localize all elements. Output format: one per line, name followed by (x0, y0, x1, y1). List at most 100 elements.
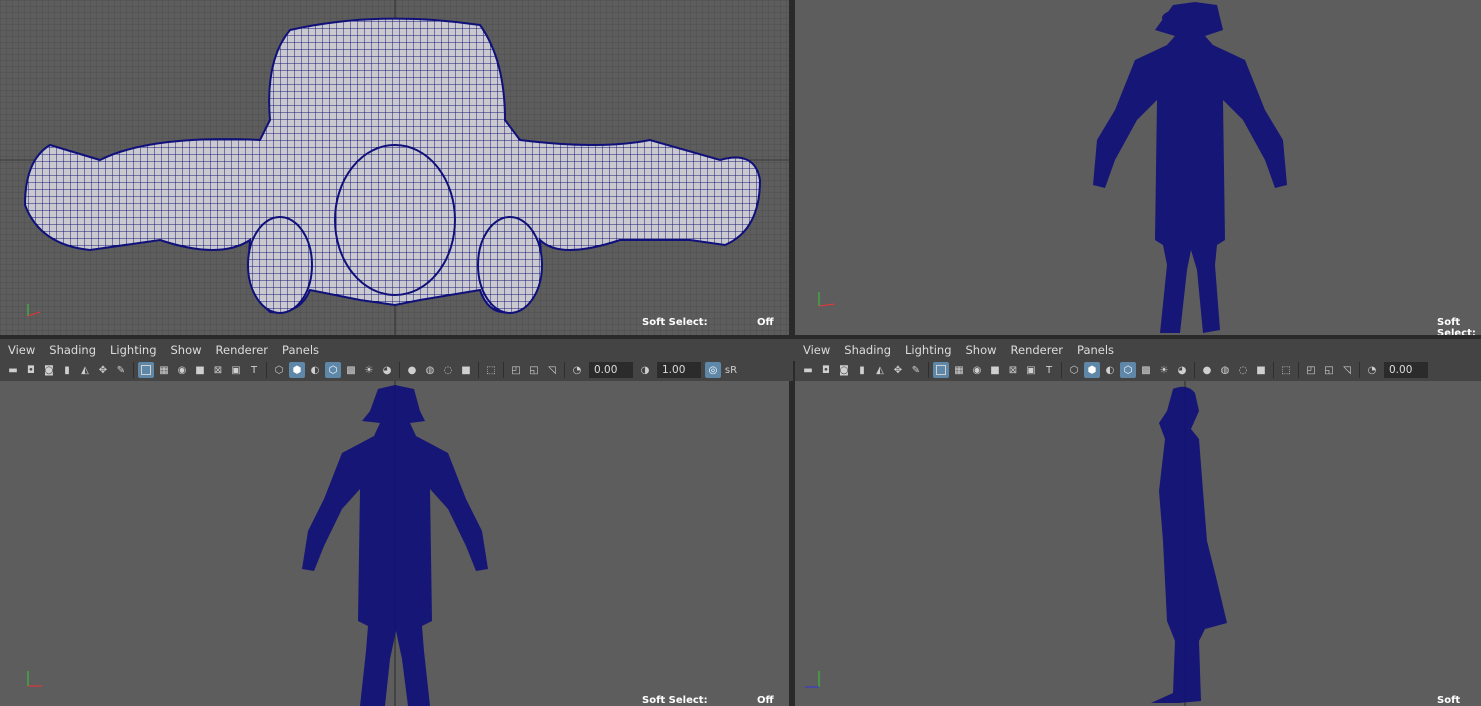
resolution-gate-icon[interactable]: ◉ (969, 362, 985, 378)
default-material-icon[interactable]: ◐ (1102, 362, 1118, 378)
xray-joints-icon[interactable]: ◱ (1321, 362, 1337, 378)
menu-renderer[interactable]: Renderer (1011, 343, 1064, 357)
camera-attributes-icon[interactable]: ◘ (818, 362, 834, 378)
safe-title-icon[interactable]: T (1041, 362, 1057, 378)
menu-lighting[interactable]: Lighting (905, 343, 951, 357)
viewport-persp[interactable]: Soft Select: (795, 0, 1481, 335)
shadows-icon[interactable]: ◕ (1174, 362, 1190, 378)
field-chart-icon[interactable]: ⊠ (210, 362, 226, 378)
axis-gizmo-front (27, 671, 42, 687)
wireframe-icon[interactable]: ⬡ (271, 362, 287, 378)
menu-renderer[interactable]: Renderer (216, 343, 269, 357)
resolution-gate-icon[interactable]: ◉ (174, 362, 190, 378)
textured-icon[interactable]: ▩ (1138, 362, 1154, 378)
isolate-select-icon[interactable]: ⬚ (483, 362, 499, 378)
smooth-shade-icon[interactable]: ⬢ (289, 362, 305, 378)
ambient-occlusion-icon[interactable]: ● (404, 362, 420, 378)
ambient-occlusion-icon[interactable]: ● (1199, 362, 1215, 378)
front-view-canvas (27, 381, 488, 706)
camera-icon[interactable]: ▬ (800, 362, 816, 378)
safe-action-icon[interactable]: ▣ (1023, 362, 1039, 378)
separator (133, 362, 134, 378)
exposure-field[interactable]: 0.00 (1384, 362, 1428, 378)
soft-select-status-front: Soft Select: (642, 695, 708, 706)
soft-select-status: Soft Select: (642, 317, 708, 328)
bookmark-icon[interactable]: ▮ (854, 362, 870, 378)
side-view-canvas (805, 381, 1227, 706)
menu-show[interactable]: Show (966, 343, 997, 357)
menu-show[interactable]: Show (171, 343, 202, 357)
soft-select-label: Soft Select: (642, 317, 708, 328)
anti-aliasing-icon[interactable]: ◌ (440, 362, 456, 378)
view-transform-label[interactable]: sR (723, 362, 739, 378)
safe-action-icon[interactable]: ▣ (228, 362, 244, 378)
grease-pencil-icon[interactable]: ✎ (113, 362, 129, 378)
menu-view[interactable]: View (803, 343, 830, 357)
use-all-lights-icon[interactable]: ☀ (1156, 362, 1172, 378)
soft-select-value-front-text: Off (757, 695, 774, 706)
menu-lighting[interactable]: Lighting (110, 343, 156, 357)
default-material-icon[interactable]: ◐ (307, 362, 323, 378)
image-plane-icon[interactable]: ◭ (77, 362, 93, 378)
twod-pan-icon[interactable]: ✥ (890, 362, 906, 378)
camera-lock-icon[interactable]: ◙ (836, 362, 852, 378)
grease-pencil-icon[interactable]: ✎ (908, 362, 924, 378)
camera-lock-icon[interactable]: ◙ (41, 362, 57, 378)
panel-toolbar-side: ▬ ◘ ◙ ▮ ◭ ✥ ✎ ▦ ◉ ■ ⊠ ▣ T ⬡ ⬢ ◐ ⬡ ▩ ☀ ◕ … (795, 359, 1481, 381)
menu-view[interactable]: View (8, 343, 35, 357)
menu-panels[interactable]: Panels (1077, 343, 1114, 357)
camera-attributes-icon[interactable]: ◘ (23, 362, 39, 378)
image-plane-icon[interactable]: ◭ (872, 362, 888, 378)
bookmark-icon[interactable]: ▮ (59, 362, 75, 378)
depth-of-field-icon[interactable]: ■ (1253, 362, 1269, 378)
xray-icon[interactable]: ◰ (1303, 362, 1319, 378)
separator (1273, 362, 1274, 378)
viewport-top[interactable]: Soft Select: Off (0, 0, 789, 335)
gate-mask-icon[interactable]: ■ (192, 362, 208, 378)
grid-icon[interactable] (933, 362, 949, 378)
smooth-shade-icon[interactable]: ⬢ (1084, 362, 1100, 378)
camera-icon[interactable]: ▬ (5, 362, 21, 378)
menu-shading[interactable]: Shading (49, 343, 96, 357)
gamma-field[interactable]: 1.00 (657, 362, 701, 378)
exposure-icon[interactable]: ◔ (1364, 362, 1380, 378)
film-gate-icon[interactable]: ▦ (156, 362, 172, 378)
textured-icon[interactable]: ▩ (343, 362, 359, 378)
panel-toolbar-front: ▬ ◘ ◙ ▮ ◭ ✥ ✎ ▦ ◉ ■ ⊠ ▣ T ⬡ ⬢ ◐ ⬡ ▩ ☀ ◕ … (0, 359, 793, 381)
xray-joints-icon[interactable]: ◱ (526, 362, 542, 378)
menu-panels[interactable]: Panels (282, 343, 319, 357)
film-gate-icon[interactable]: ▦ (951, 362, 967, 378)
model-front-mesh-persp (1093, 2, 1287, 333)
anti-aliasing-icon[interactable]: ◌ (1235, 362, 1251, 378)
field-chart-icon[interactable]: ⊠ (1005, 362, 1021, 378)
grid-icon[interactable] (138, 362, 154, 378)
soft-select-label-front: Soft Select: (642, 695, 708, 706)
exposure-icon[interactable]: ◔ (569, 362, 585, 378)
separator (928, 362, 929, 378)
exposure-field[interactable]: 0.00 (589, 362, 633, 378)
wireframe-on-shaded-icon[interactable]: ⬡ (1120, 362, 1136, 378)
wireframe-on-shaded-icon[interactable]: ⬡ (325, 362, 341, 378)
twod-pan-icon[interactable]: ✥ (95, 362, 111, 378)
gamma-icon[interactable]: ◑ (637, 362, 653, 378)
xray-icon[interactable]: ◰ (508, 362, 524, 378)
persp-view-canvas (818, 2, 1287, 333)
wireframe-icon[interactable]: ⬡ (1066, 362, 1082, 378)
viewport-front[interactable]: Soft Select: Off (0, 381, 789, 706)
isolate-select-icon[interactable]: ⬚ (1278, 362, 1294, 378)
viewport-side[interactable]: Soft Select: (795, 381, 1481, 706)
depth-of-field-icon[interactable]: ■ (458, 362, 474, 378)
color-management-icon[interactable]: ◎ (705, 362, 721, 378)
menu-shading[interactable]: Shading (844, 343, 891, 357)
safe-title-icon[interactable]: T (246, 362, 262, 378)
use-all-lights-icon[interactable]: ☀ (361, 362, 377, 378)
soft-select-label-side: Soft Select: (1437, 695, 1461, 706)
gate-mask-icon[interactable]: ■ (987, 362, 1003, 378)
separator (1194, 362, 1195, 378)
xray-active-icon[interactable]: ◹ (544, 362, 560, 378)
motion-blur-icon[interactable]: ◍ (422, 362, 438, 378)
soft-select-status-side: Soft Select: (1437, 695, 1481, 706)
motion-blur-icon[interactable]: ◍ (1217, 362, 1233, 378)
shadows-icon[interactable]: ◕ (379, 362, 395, 378)
xray-active-icon[interactable]: ◹ (1339, 362, 1355, 378)
